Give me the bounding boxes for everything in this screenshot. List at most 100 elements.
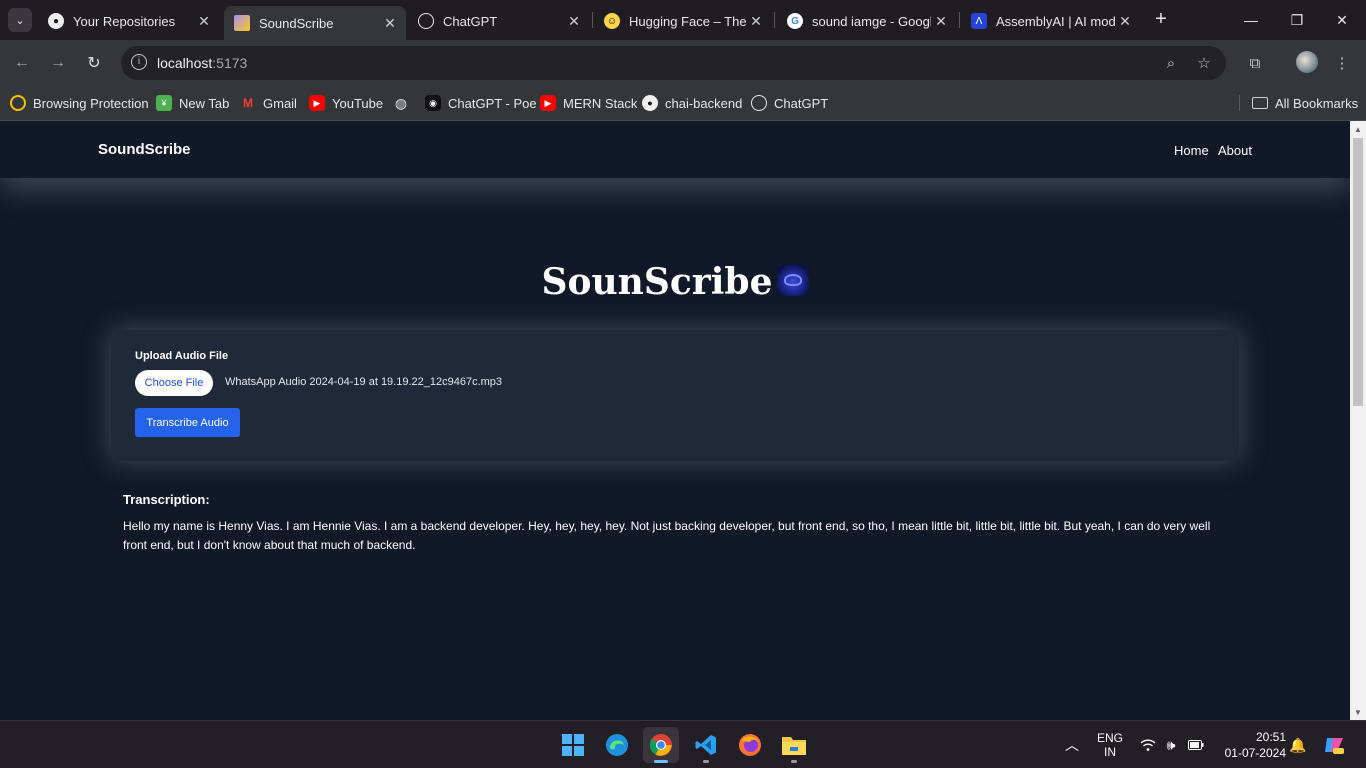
extensions-icon[interactable]: ⧉ <box>1243 51 1267 75</box>
chevron-down-icon[interactable]: ⌄ <box>8 8 32 32</box>
wifi-icon[interactable] <box>1138 735 1158 755</box>
copilot-icon[interactable] <box>1322 733 1346 757</box>
tab-google[interactable]: G sound iamge - Googl ✕ <box>777 6 957 36</box>
bookmarks-separator <box>1239 95 1240 111</box>
upload-label: Upload Audio File <box>135 350 229 362</box>
nav-home-link[interactable]: Home <box>1174 143 1209 158</box>
firefox-icon[interactable] <box>732 727 768 763</box>
transcription-text: Hello my name is Henny Vias. I am Hennie… <box>123 519 1211 552</box>
tab-label: Hugging Face – The A <box>629 13 746 29</box>
nav-about-link[interactable]: About <box>1218 143 1252 158</box>
google-icon: G <box>787 13 803 29</box>
restore-icon[interactable]: ❐ <box>1277 6 1317 34</box>
back-icon[interactable]: ← <box>10 51 34 75</box>
close-icon[interactable]: ✕ <box>564 13 584 30</box>
minimize-icon[interactable]: — <box>1231 6 1271 34</box>
bookmark-mern-stack[interactable]: ▶ MERN Stack <box>540 93 637 113</box>
region-code: IN <box>1104 745 1116 759</box>
bookmark-new-tab[interactable]: ¥ New Tab <box>156 93 229 113</box>
tab-your-repositories[interactable]: ● Your Repositories ✕ <box>38 6 220 36</box>
bookmark-globe[interactable]: ◍ <box>393 93 416 113</box>
battery-icon[interactable] <box>1186 735 1206 755</box>
tab-chatgpt[interactable]: ChatGPT ✕ <box>408 6 590 36</box>
clock-time: 20:51 <box>1255 730 1286 744</box>
globe-icon: ◍ <box>394 94 408 111</box>
transcribe-audio-button[interactable]: Transcribe Audio <box>135 408 240 437</box>
language-indicator[interactable]: ENG IN <box>1094 731 1126 759</box>
chevron-up-icon[interactable]: ︿ <box>1062 735 1082 755</box>
volume-icon[interactable]: 🕪 <box>1161 735 1181 755</box>
zoom-icon[interactable]: ⌕ <box>1161 53 1181 73</box>
profile-avatar[interactable] <box>1296 51 1318 73</box>
tab-soundscribe[interactable]: SoundScribe ✕ <box>224 6 406 40</box>
transcription-heading: Transcription: <box>123 492 210 507</box>
new-tab-button[interactable]: + <box>1150 8 1172 30</box>
bookmarks-bar: Browsing Protection ¥ New Tab M Gmail ▶ … <box>0 85 1366 121</box>
gmail-icon: M <box>243 96 253 110</box>
running-app-indicator <box>703 760 709 763</box>
file-explorer-icon[interactable] <box>776 727 812 763</box>
selected-file-name: WhatsApp Audio 2024-04-19 at 19.19.22_12… <box>225 376 503 388</box>
youtube-icon: ▶ <box>540 95 556 111</box>
clock[interactable]: 20:51 01-07-2024 <box>1218 729 1286 761</box>
tab-hugging-face[interactable]: ☺ Hugging Face – The A ✕ <box>594 6 772 36</box>
bookmark-chatgpt-poe[interactable]: ◉ ChatGPT - Poe <box>425 93 537 113</box>
toolbar: ← → ↻ i localhost:5173 ⌕ ☆ ⧉ ⋮ <box>0 40 1366 85</box>
tab-label: AssemblyAI | AI mode <box>996 13 1115 29</box>
tab-label: Your Repositories <box>73 13 176 29</box>
poe-icon: ◉ <box>425 95 441 111</box>
assemblyai-icon: Λ <box>971 13 987 29</box>
url-text[interactable]: localhost:5173 <box>157 55 247 71</box>
shield-icon <box>10 95 26 111</box>
bookmark-youtube[interactable]: ▶ YouTube <box>309 93 383 113</box>
sound-logo-image <box>776 264 809 296</box>
close-window-icon[interactable]: ✕ <box>1322 6 1362 34</box>
page-title-text: SounScribe <box>541 261 773 303</box>
close-icon[interactable]: ✕ <box>380 15 400 32</box>
close-icon[interactable]: ✕ <box>931 13 951 30</box>
close-icon[interactable]: ✕ <box>746 13 766 30</box>
windows-start-icon[interactable] <box>555 727 591 763</box>
bookmark-chai-backend[interactable]: ● chai-backend <box>642 93 742 113</box>
close-icon[interactable]: ✕ <box>1115 13 1135 30</box>
reload-icon[interactable]: ↻ <box>82 51 106 75</box>
site-info-icon[interactable]: i <box>131 54 147 70</box>
tab-separator <box>774 12 775 28</box>
scroll-down-arrow-icon[interactable]: ▼ <box>1350 704 1366 720</box>
forward-icon[interactable]: → <box>46 51 70 75</box>
page-viewport: SoundScribe Home About SounScribe Upload… <box>0 121 1350 720</box>
notification-bell-icon[interactable]: 🔔 <box>1288 735 1308 755</box>
vite-icon <box>234 15 250 31</box>
bookmark-gmail[interactable]: M Gmail <box>240 93 297 113</box>
bookmark-browsing-protection[interactable]: Browsing Protection <box>10 93 149 113</box>
close-icon[interactable]: ✕ <box>194 13 214 30</box>
scroll-up-arrow-icon[interactable]: ▲ <box>1350 121 1366 137</box>
menu-icon[interactable]: ⋮ <box>1330 51 1354 75</box>
language-code: ENG <box>1096 731 1123 745</box>
upload-card: Upload Audio File Choose File WhatsApp A… <box>111 330 1239 461</box>
tab-separator <box>592 12 593 28</box>
page-scrollbar[interactable]: ▲ ▼ <box>1350 121 1366 720</box>
address-bar[interactable]: i localhost:5173 ⌕ ☆ <box>121 46 1226 80</box>
all-bookmarks[interactable]: All Bookmarks <box>1252 93 1358 113</box>
bookmark-chatgpt[interactable]: ChatGPT <box>751 93 828 113</box>
new-tab-icon: ¥ <box>156 95 172 111</box>
page-title: SounScribe <box>0 261 1350 303</box>
vscode-icon[interactable] <box>688 727 724 763</box>
bookmark-star-icon[interactable]: ☆ <box>1194 53 1214 73</box>
active-app-indicator <box>654 760 668 763</box>
chrome-icon[interactable] <box>643 727 679 763</box>
edge-icon[interactable] <box>599 727 635 763</box>
youtube-icon: ▶ <box>309 95 325 111</box>
tab-separator <box>959 12 960 28</box>
tab-assemblyai[interactable]: Λ AssemblyAI | AI mode ✕ <box>961 6 1141 36</box>
scrollbar-thumb[interactable] <box>1353 138 1363 406</box>
choose-file-button[interactable]: Choose File <box>135 370 213 396</box>
github-icon: ● <box>48 13 64 29</box>
github-icon: ● <box>642 95 658 111</box>
tab-strip: ⌄ ● Your Repositories ✕ SoundScribe ✕ Ch… <box>0 0 1366 40</box>
running-app-indicator <box>791 760 797 763</box>
windows-taskbar: ︿ ENG IN 🕪 20:51 01-07-2024 🔔 <box>0 720 1366 768</box>
site-brand[interactable]: SoundScribe <box>98 141 191 158</box>
browser-chrome: ⌄ ● Your Repositories ✕ SoundScribe ✕ Ch… <box>0 0 1366 121</box>
